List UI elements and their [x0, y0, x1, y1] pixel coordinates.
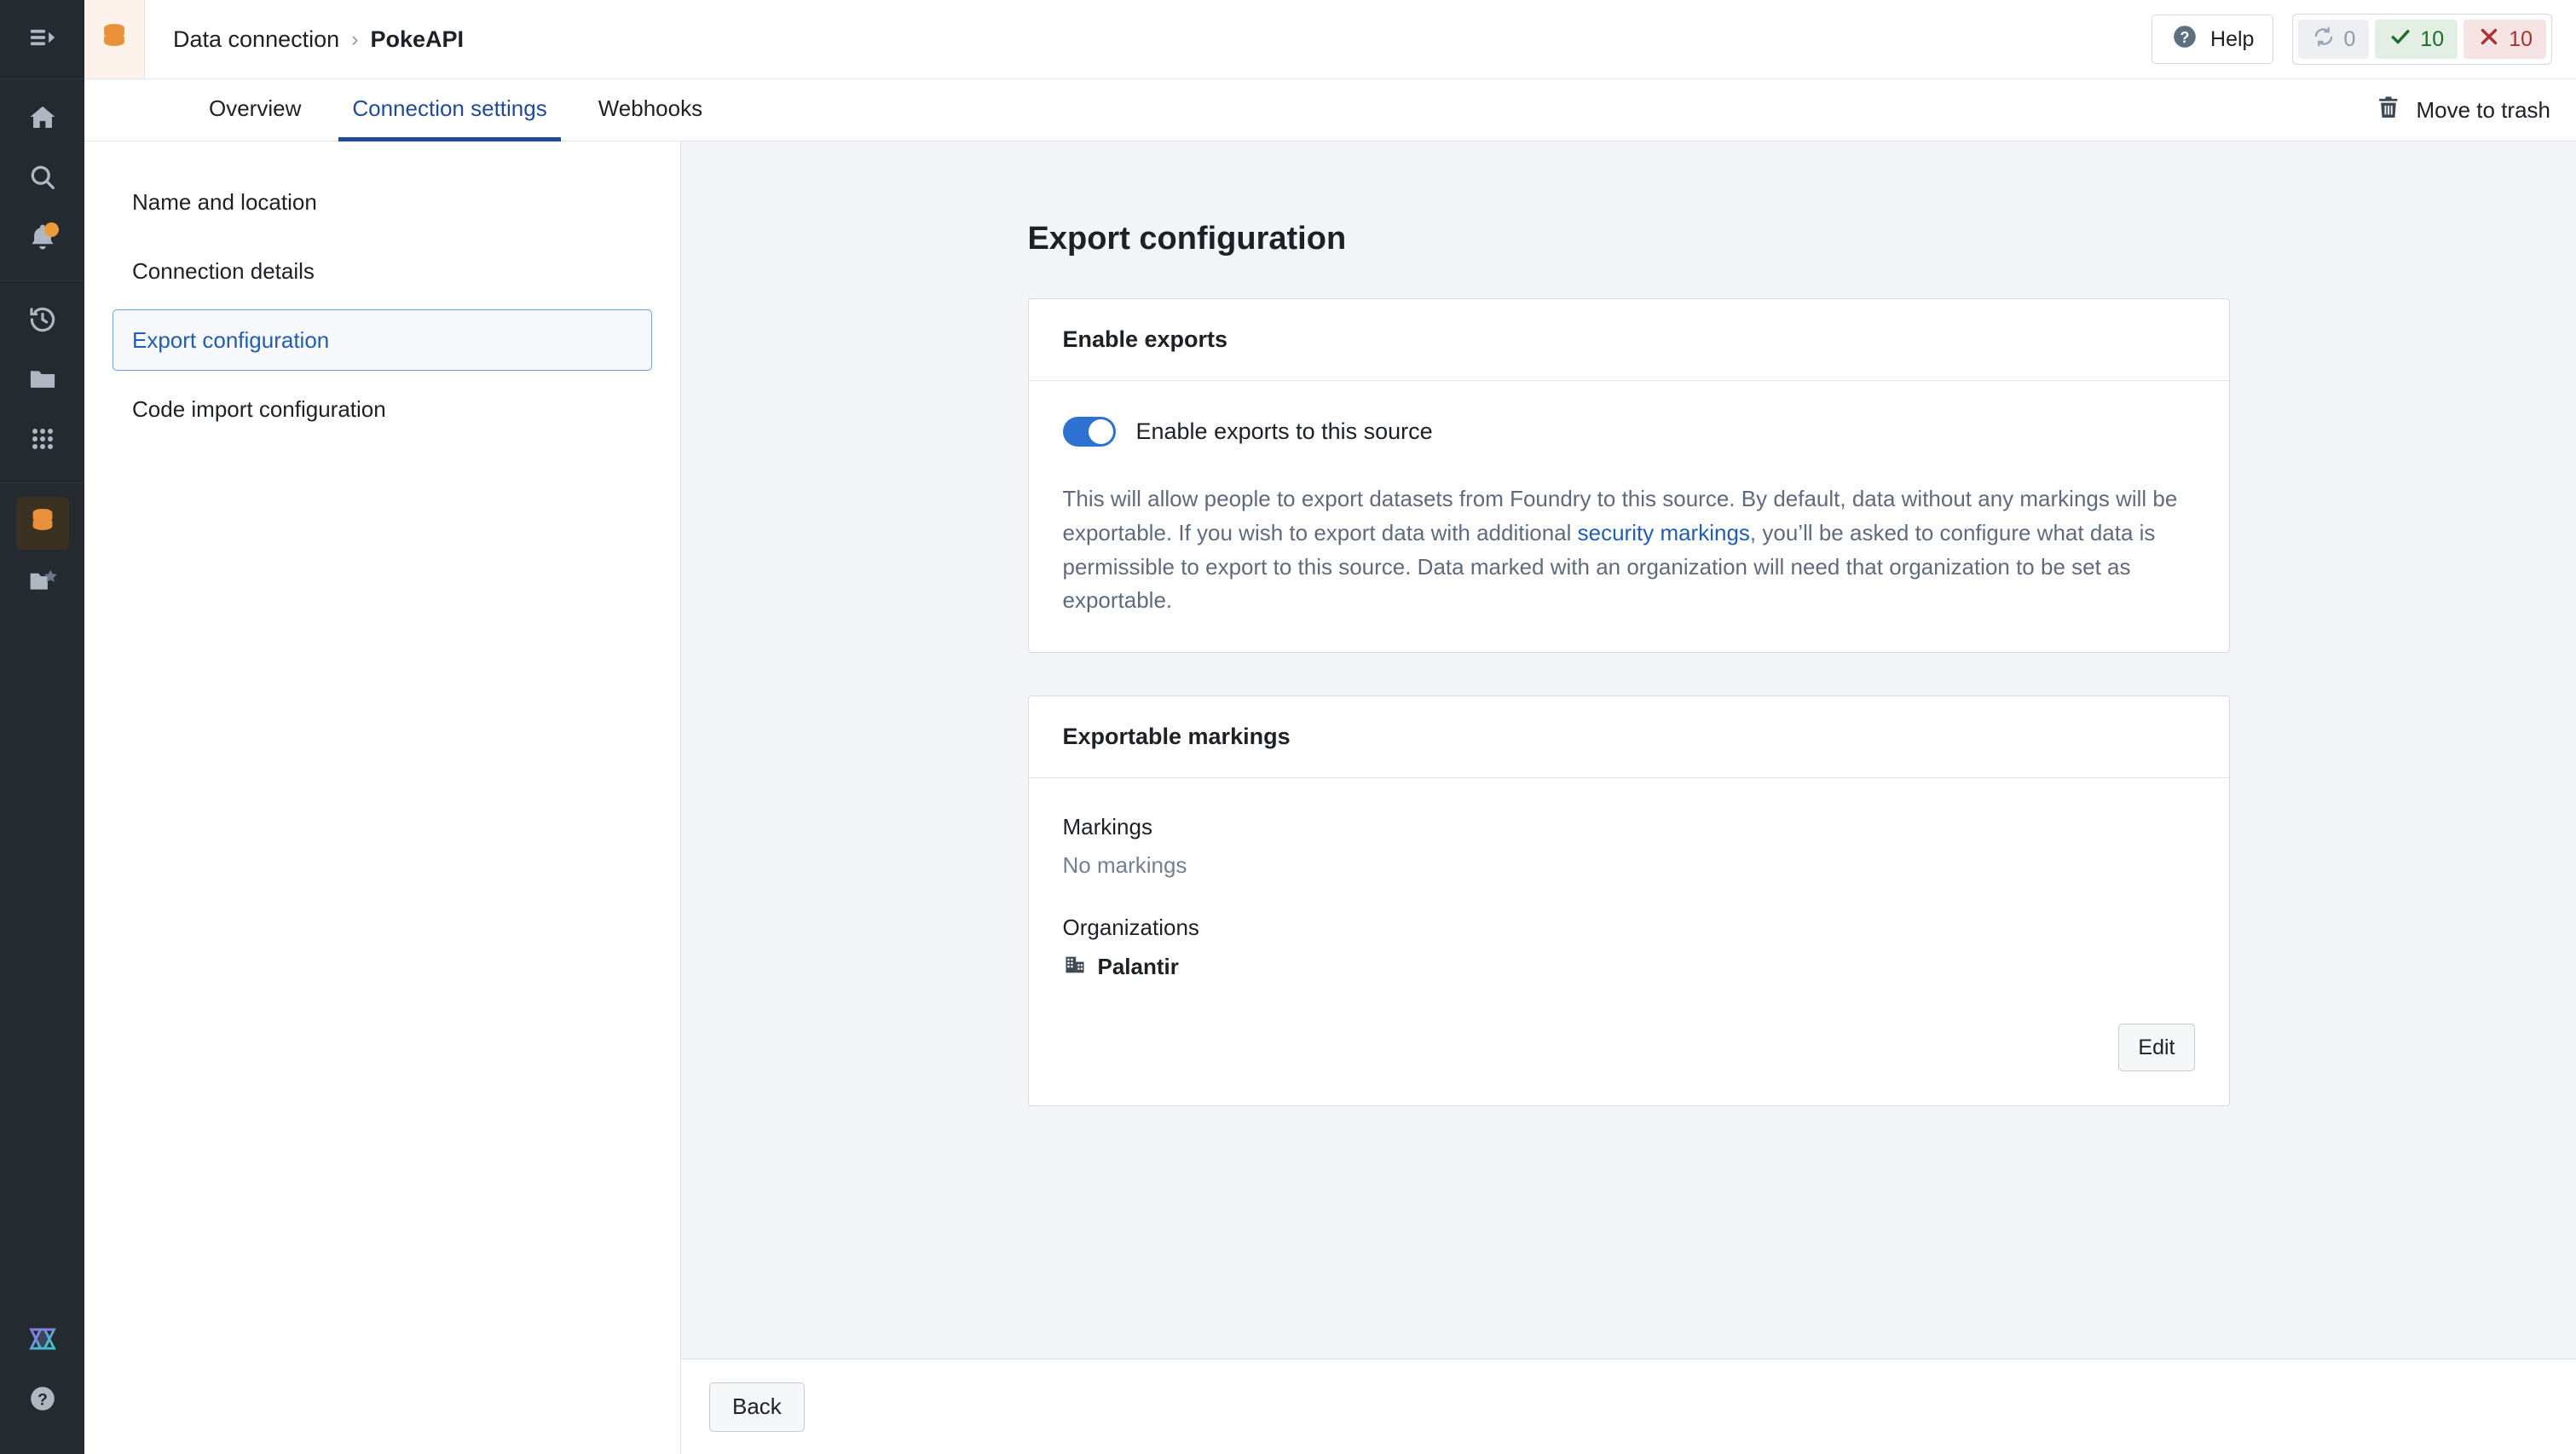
tab-connection-settings[interactable]: Connection settings — [338, 80, 561, 141]
cross-icon — [2477, 25, 2501, 55]
enable-exports-card-header: Enable exports — [1028, 299, 2229, 381]
enable-exports-card-body: Enable exports to this source This will … — [1029, 381, 2229, 652]
svg-text:?: ? — [2180, 28, 2190, 45]
breadcrumb-current: PokeAPI — [370, 26, 465, 52]
trash-icon — [2375, 94, 2402, 127]
edit-button-row: Edit — [1063, 1024, 2195, 1072]
hourglass-brand-icon — [26, 1323, 60, 1359]
settings-nav-pane: Name and location Connection details Exp… — [84, 141, 681, 1454]
enable-exports-card: Enable exports Enable exports to this so… — [1027, 298, 2230, 654]
body-split: Name and location Connection details Exp… — [84, 141, 2576, 1454]
home-icon — [27, 102, 58, 137]
edit-button[interactable]: Edit — [2118, 1024, 2195, 1072]
footer-bar: Back — [681, 1359, 2576, 1454]
exportable-markings-card: Exportable markings Markings No markings… — [1027, 695, 2230, 1107]
sidebar-item-data-connection[interactable] — [15, 497, 69, 550]
search-icon — [27, 162, 58, 197]
sidebar-collapse-icon — [26, 21, 59, 58]
sidebar-item-home[interactable] — [16, 93, 69, 146]
question-circle-icon: ? — [27, 1383, 58, 1418]
sidebar-item-recent[interactable] — [16, 295, 69, 348]
chevron-right-icon: › — [351, 26, 359, 51]
tab-overview[interactable]: Overview — [195, 80, 315, 141]
status-badge-failure-count: 10 — [2509, 26, 2533, 51]
folder-icon — [27, 364, 58, 399]
svg-text:?: ? — [38, 1390, 48, 1409]
sidebar-item-export-configuration[interactable]: Export configuration — [113, 309, 652, 371]
history-clock-icon — [27, 304, 58, 339]
organizations-field: Organizations Palantir — [1063, 915, 2195, 981]
content-column: Export configuration Enable exports Enab… — [681, 141, 2576, 1454]
sidebar-item-favorites[interactable] — [16, 557, 69, 609]
notification-badge-dot — [43, 222, 59, 237]
enable-exports-toggle-label: Enable exports to this source — [1135, 418, 1433, 444]
sidebar-item-connection-details[interactable]: Connection details — [113, 240, 652, 302]
database-icon — [26, 505, 59, 542]
top-header-bar: Data connection › PokeAPI ? Help 0 10 10 — [84, 0, 2576, 79]
help-button-label: Help — [2210, 26, 2255, 51]
markings-field: Markings No markings — [1063, 814, 2195, 879]
status-badge-syncing[interactable]: 0 — [2298, 20, 2370, 59]
move-to-trash-label: Move to trash — [2416, 96, 2550, 123]
enable-exports-description: This will allow people to export dataset… — [1063, 482, 2195, 618]
rail-group-bottom: ? — [0, 1311, 84, 1454]
organization-name: Palantir — [1097, 954, 1179, 980]
folder-star-icon — [27, 566, 58, 601]
office-building-icon — [1063, 953, 1087, 981]
status-badge-success-count: 10 — [2420, 26, 2445, 51]
markings-label: Markings — [1062, 814, 1152, 840]
back-button[interactable]: Back — [709, 1382, 805, 1432]
check-icon — [2388, 25, 2412, 55]
sidebar-item-name-and-location[interactable]: Name and location — [113, 171, 652, 233]
enable-exports-toggle[interactable] — [1062, 417, 1116, 447]
page-title: Export configuration — [1027, 221, 1347, 257]
organizations-label: Organizations — [1062, 915, 1199, 941]
status-badge-syncing-count: 0 — [2343, 26, 2356, 51]
breadcrumb-parent[interactable]: Data connection — [173, 26, 339, 53]
breadcrumb: Data connection › PokeAPI — [145, 26, 464, 53]
status-badge-failure[interactable]: 10 — [2463, 20, 2546, 59]
sync-status-group: 0 10 10 — [2292, 14, 2552, 65]
markings-value: No markings — [1062, 852, 1187, 879]
question-circle-icon: ? — [2171, 23, 2198, 56]
sidebar-item-search[interactable] — [16, 153, 69, 205]
sidebar-collapse-button[interactable] — [0, 0, 84, 79]
content-inner: Export configuration Enable exports Enab… — [1027, 221, 2230, 1107]
organization-row: Palantir — [1063, 953, 2195, 981]
enable-exports-toggle-row: Enable exports to this source — [1062, 417, 2195, 447]
help-button[interactable]: ? Help — [2151, 14, 2274, 64]
grid-apps-icon — [27, 424, 58, 459]
rail-group-primary — [0, 79, 84, 281]
header-actions: ? Help 0 10 10 — [2151, 14, 2576, 65]
move-to-trash-button[interactable]: Move to trash — [2375, 79, 2576, 141]
tab-webhooks[interactable]: Webhooks — [585, 80, 716, 141]
exportable-markings-card-body: Markings No markings Organizations Palan… — [1029, 778, 2229, 1105]
sidebar-item-files[interactable] — [16, 355, 69, 407]
tab-bar: Overview Connection settings Webhooks Mo… — [84, 79, 2576, 141]
content-scroll-area: Export configuration Enable exports Enab… — [681, 141, 2576, 1359]
exportable-markings-card-header: Exportable markings — [1028, 696, 2229, 779]
sidebar-item-apps[interactable] — [16, 414, 69, 467]
rail-group-secondary — [0, 281, 84, 483]
sidebar-item-help[interactable]: ? — [16, 1374, 69, 1427]
object-type-icon-box — [84, 0, 145, 78]
toggle-knob — [1088, 419, 1113, 444]
sidebar-item-notifications[interactable] — [16, 212, 69, 265]
app-root: ? Data connection › PokeAPI ? Help 0 10 … — [0, 0, 2576, 1454]
left-icon-rail: ? — [0, 0, 84, 1454]
status-badge-success[interactable]: 10 — [2375, 20, 2458, 59]
sidebar-item-ontology[interactable] — [16, 1314, 69, 1367]
main-column: Data connection › PokeAPI ? Help 0 10 10… — [84, 0, 2576, 1454]
security-markings-link[interactable]: security markings — [1578, 520, 1750, 545]
sync-arrows-icon — [2312, 25, 2336, 55]
database-icon — [96, 20, 132, 60]
sidebar-item-code-import-configuration[interactable]: Code import configuration — [113, 378, 652, 440]
rail-group-pinned — [0, 483, 84, 625]
